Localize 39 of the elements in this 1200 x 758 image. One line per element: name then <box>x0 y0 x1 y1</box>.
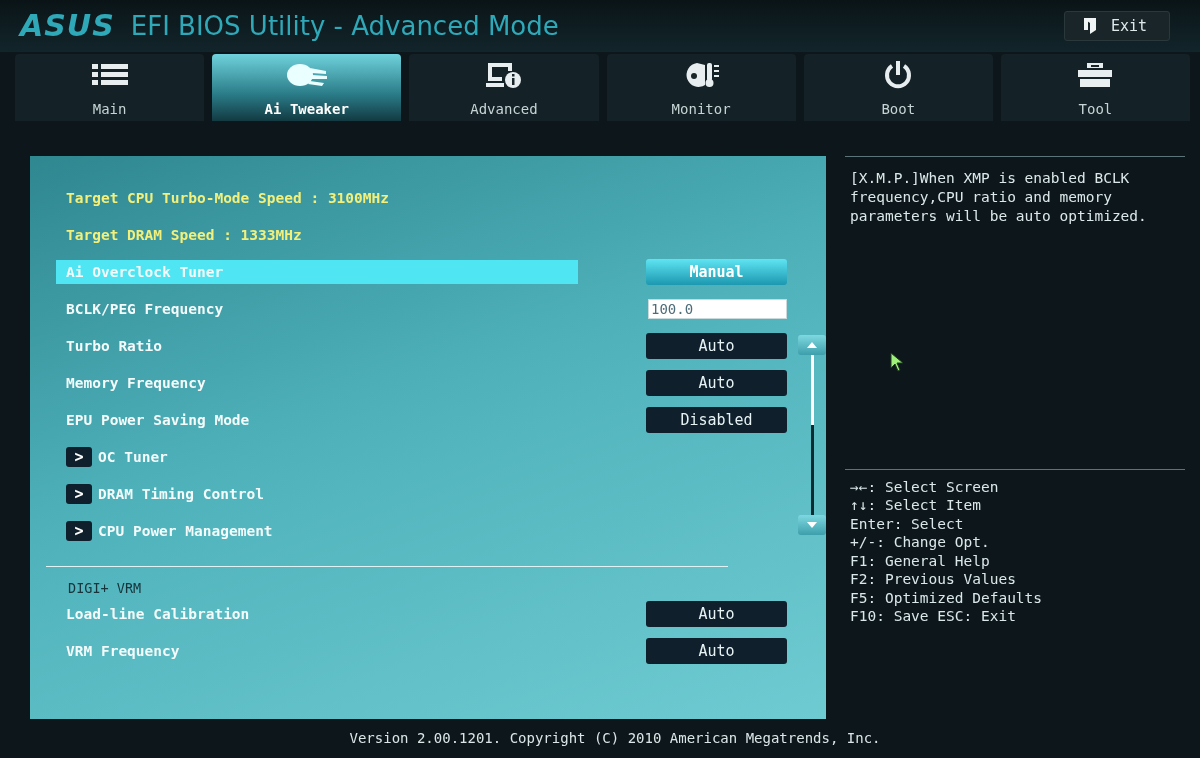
hotkey-hint: +/-: Change Opt. <box>850 533 991 552</box>
down-triangle-icon <box>807 521 817 528</box>
scroll-down-button[interactable] <box>798 514 826 535</box>
door-icon <box>1082 16 1097 35</box>
hotkey-hint: F10: Save ESC: Exit <box>850 607 1017 626</box>
mouse-pointer-icon <box>890 352 904 372</box>
up-triangle-icon <box>807 341 817 348</box>
option-button[interactable]: Auto <box>646 333 787 359</box>
tab[interactable]: Monitor <box>606 53 796 121</box>
tab[interactable]: Ai Tweaker <box>212 53 402 121</box>
copyright-text: Version 2.00.1201. Copyright (C) 2010 American Megatrends, Inc. <box>349 730 881 747</box>
list-icon <box>91 62 128 87</box>
tab[interactable]: Advanced <box>409 53 599 121</box>
tab[interactable]: Boot <box>803 53 993 121</box>
option-button[interactable]: Auto <box>646 638 787 664</box>
power-icon <box>883 59 914 90</box>
info-text: Target CPU Turbo-Mode Speed : 3100MHz <box>65 189 390 208</box>
option-button[interactable]: Disabled <box>646 407 787 433</box>
monitor-info-icon <box>485 60 522 89</box>
section-heading: DIGI+ VRM <box>67 579 143 596</box>
brand-logo: ASUS <box>20 8 115 44</box>
option-button[interactable]: Auto <box>646 601 787 627</box>
tab[interactable]: Main <box>15 53 205 121</box>
input-field[interactable]: 100.0 <box>648 299 787 319</box>
hotkey-hint: F2: Previous Values <box>850 570 1017 589</box>
hotkey-hint: Enter: Select <box>850 514 965 533</box>
option-button[interactable]: Auto <box>646 370 787 396</box>
tab[interactable]: Tool <box>1000 53 1191 121</box>
hotkey-hint: ↑↓: Select Item <box>850 496 982 515</box>
lightbulb-icon <box>285 61 328 88</box>
scroll-up-button[interactable] <box>798 334 826 355</box>
toolbox-icon <box>1077 61 1114 88</box>
info-text: Target DRAM Speed : 1333MHz <box>65 226 303 245</box>
hotkey-hint: →←: Select Screen <box>850 477 1000 496</box>
hotkey-hint: F5: Optimized Defaults <box>850 588 1044 607</box>
window-title: EFI BIOS Utility - Advanced Mode <box>130 10 560 41</box>
hotkey-hint: F1: General Help <box>850 551 991 570</box>
exit-button[interactable]: Exit <box>1063 10 1170 41</box>
scrollbar-thumb[interactable] <box>810 354 814 425</box>
